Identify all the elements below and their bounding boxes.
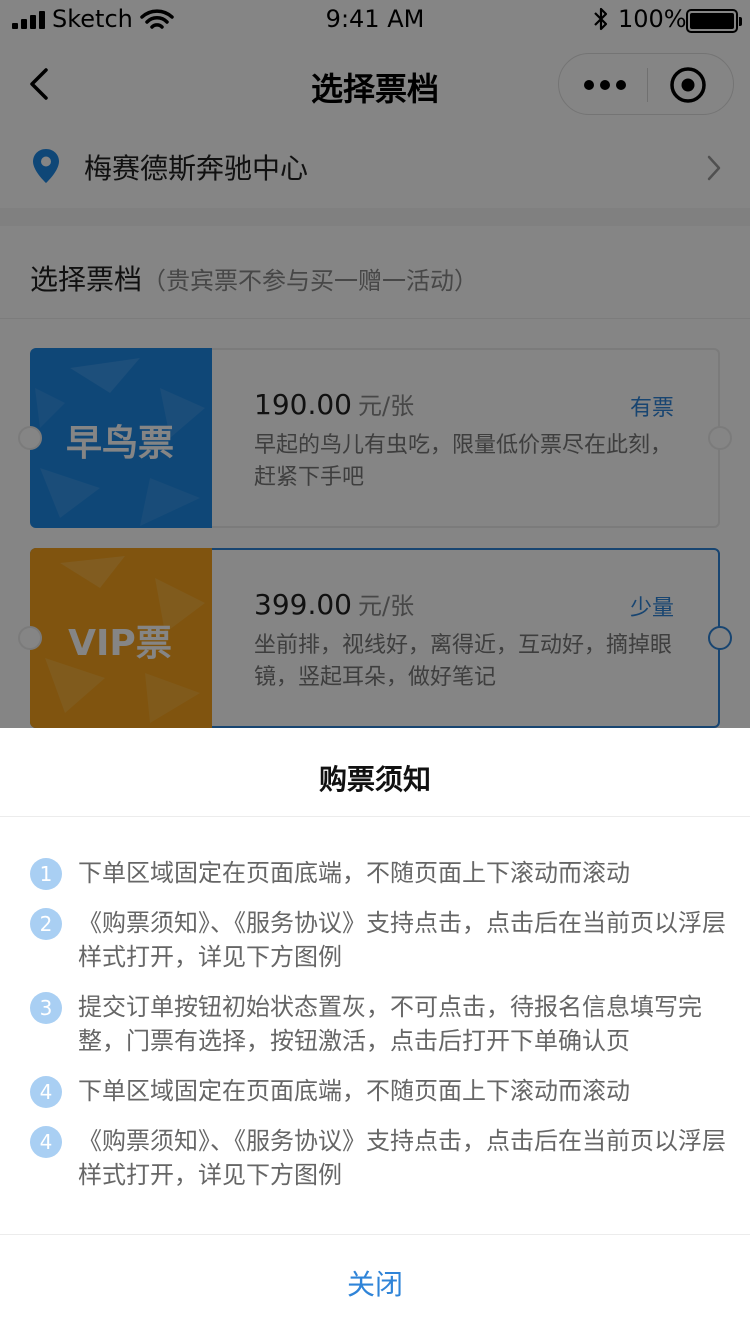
- notice-item: 2 《购票须知》、《服务协议》支持点击，点击后在当前页以浮层样式打开，详见下方图…: [30, 906, 730, 974]
- number-badge: 1: [30, 858, 62, 890]
- number-badge: 4: [30, 1126, 62, 1158]
- notice-text: 下单区域固定在页面底端，不随页面上下滚动而滚动: [78, 1077, 630, 1105]
- notice-item: 4 《购票须知》、《服务协议》支持点击，点击后在当前页以浮层样式打开，详见下方图…: [30, 1124, 730, 1192]
- close-button[interactable]: 关闭: [0, 1235, 750, 1334]
- sheet-title: 购票须知: [318, 763, 431, 796]
- notice-item: 3 提交订单按钮初始状态置灰，不可点击，待报名信息填写完整，门票有选择，按钮激活…: [30, 990, 730, 1058]
- divider: [0, 816, 750, 817]
- notice-text: 下单区域固定在页面底端，不随页面上下滚动而滚动: [78, 859, 630, 887]
- number-badge: 2: [30, 908, 62, 940]
- screen: Sketch 9:41 AM 100% 选择票档 梅赛德斯奔驰中心 选择票档（贵…: [0, 0, 750, 1334]
- purchase-notice-sheet: 购票须知 1 下单区域固定在页面底端，不随页面上下滚动而滚动 2 《购票须知》、…: [0, 728, 750, 1334]
- notice-text: 《购票须知》、《服务协议》支持点击，点击后在当前页以浮层样式打开，详见下方图例: [78, 909, 726, 971]
- notice-item: 1 下单区域固定在页面底端，不随页面上下滚动而滚动: [30, 856, 730, 890]
- notice-list: 1 下单区域固定在页面底端，不随页面上下滚动而滚动 2 《购票须知》、《服务协议…: [30, 856, 730, 1208]
- number-badge: 3: [30, 992, 62, 1024]
- notice-text: 《购票须知》、《服务协议》支持点击，点击后在当前页以浮层样式打开，详见下方图例: [78, 1127, 726, 1189]
- number-badge: 4: [30, 1076, 62, 1108]
- notice-item: 4 下单区域固定在页面底端，不随页面上下滚动而滚动: [30, 1074, 730, 1108]
- modal-overlay[interactable]: [0, 0, 750, 728]
- notice-text: 提交订单按钮初始状态置灰，不可点击，待报名信息填写完整，门票有选择，按钮激活，点…: [78, 993, 702, 1055]
